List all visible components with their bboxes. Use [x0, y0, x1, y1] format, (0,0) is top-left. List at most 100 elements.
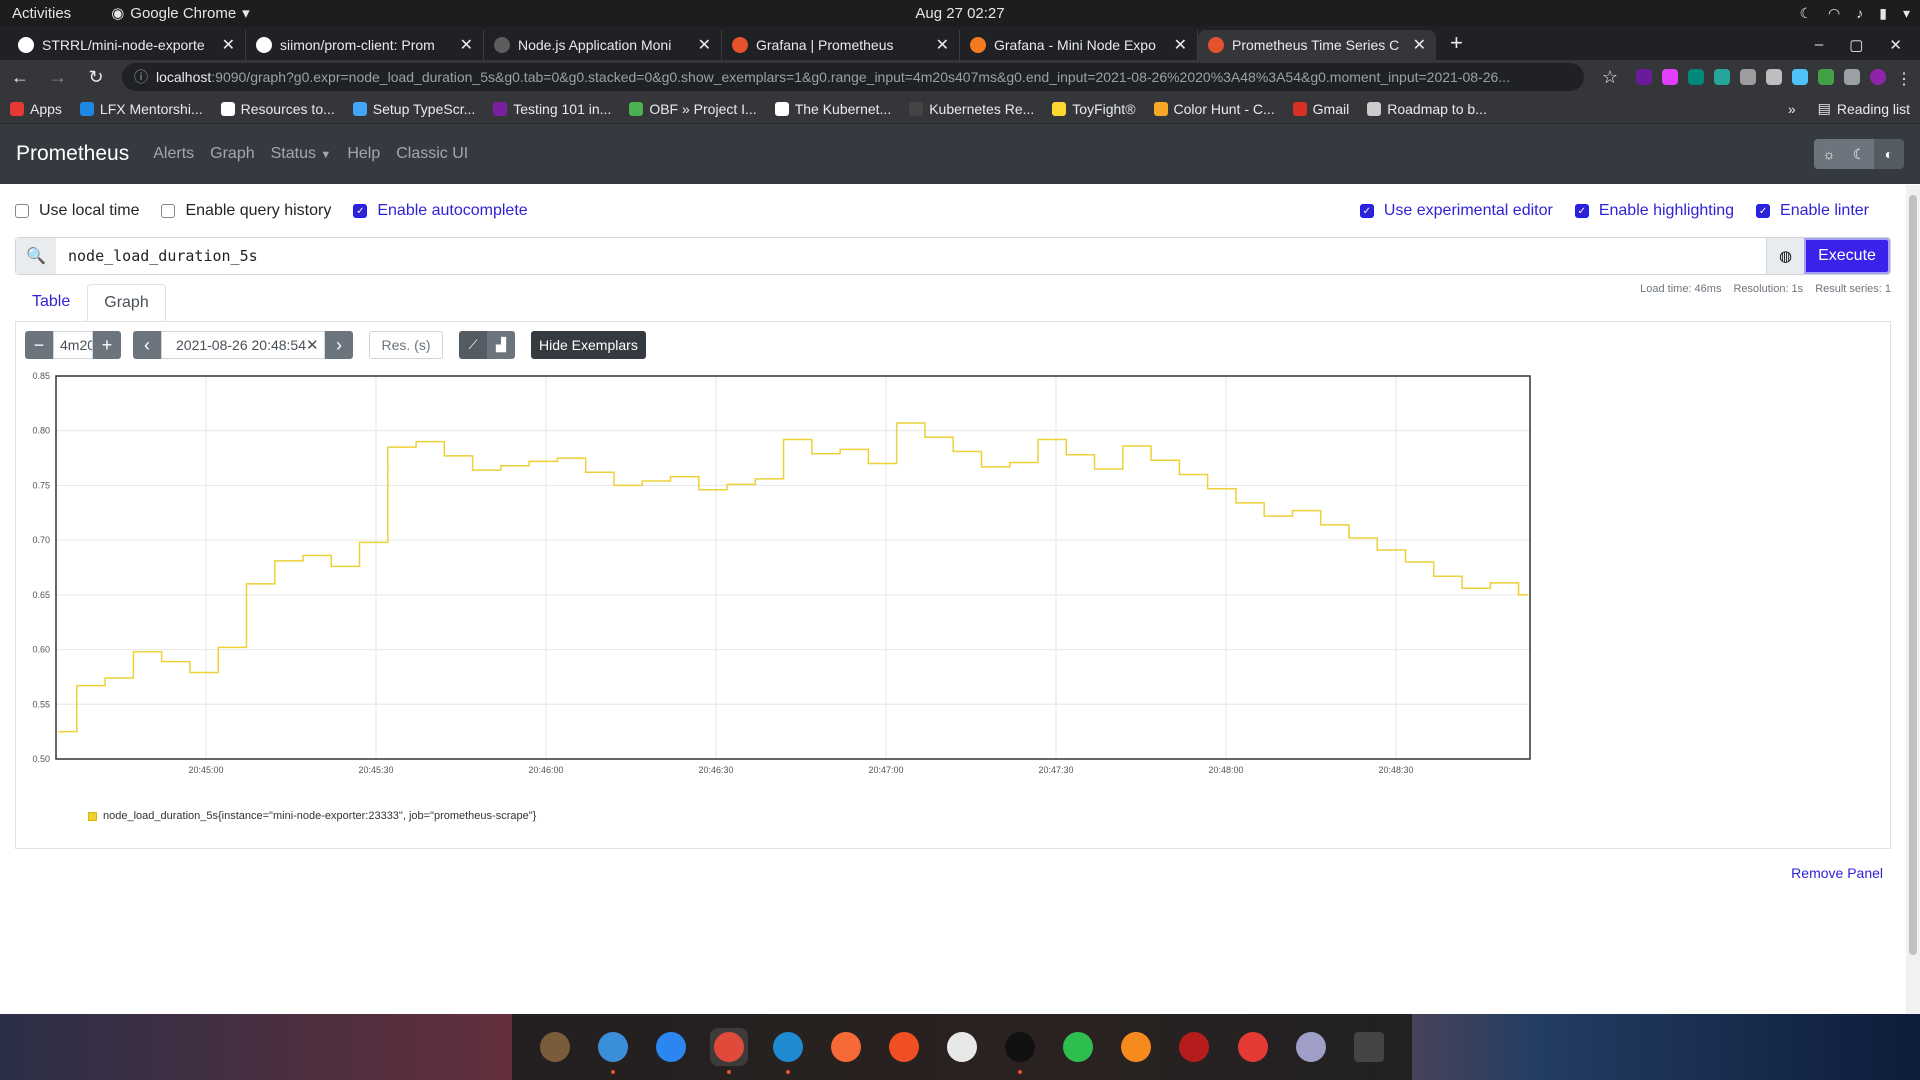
bookmark-star-icon[interactable]: ☆ [1598, 67, 1622, 88]
range-input[interactable]: 4m20 [53, 331, 93, 359]
extension-icon[interactable] [1818, 69, 1834, 85]
option-checkbox[interactable]: ✓ Enable autocomplete [353, 202, 528, 220]
metrics-explorer-icon[interactable]: ◍ [1766, 238, 1804, 274]
bookmark-item[interactable]: OBF » Project I... [629, 101, 757, 117]
menu-dots-icon[interactable]: ⋮ [1896, 69, 1912, 88]
checkbox[interactable] [161, 204, 176, 218]
option-checkbox[interactable]: Enable query history [161, 202, 331, 220]
extension-icon[interactable] [1662, 69, 1678, 85]
terminal-icon[interactable] [1001, 1028, 1039, 1074]
close-tab-icon[interactable]: ✕ [460, 35, 473, 55]
brand-link[interactable]: Prometheus [16, 142, 129, 166]
reading-list-button[interactable]: » ▤ Reading list [1788, 100, 1910, 117]
close-tab-icon[interactable]: ✕ [1174, 35, 1187, 55]
extension-icon[interactable] [1636, 69, 1652, 85]
option-checkbox[interactable]: Use local time [15, 202, 139, 220]
increase-range-button[interactable]: + [93, 331, 121, 359]
bookmark-item[interactable]: Color Hunt - C... [1153, 101, 1275, 117]
files-icon[interactable] [594, 1028, 632, 1074]
scrollbar-thumb[interactable] [1909, 195, 1917, 955]
gimp-icon[interactable] [536, 1028, 574, 1066]
nav-classic-ui[interactable]: Classic UI [396, 145, 468, 163]
bookmark-item[interactable]: The Kubernet... [774, 101, 891, 117]
nav-status[interactable]: Status ▼ [271, 145, 332, 163]
close-tab-icon[interactable]: ✕ [1413, 35, 1426, 55]
nav-graph[interactable]: Graph [210, 145, 254, 163]
screen-recorder-icon[interactable] [1292, 1028, 1330, 1066]
dark-theme-icon[interactable]: ☾ [1844, 139, 1874, 169]
site-info-icon[interactable]: ⓘ [134, 67, 148, 87]
clear-icon[interactable]: ✕ [306, 336, 319, 354]
bookmark-item[interactable]: Gmail [1292, 101, 1349, 117]
slack-icon[interactable] [943, 1028, 981, 1066]
option-checkbox[interactable]: ✓ Use experimental editor [1359, 202, 1553, 220]
browser-tab[interactable]: Node.js Application Moni ✕ [484, 30, 722, 60]
auto-theme-icon[interactable]: ◐ [1874, 139, 1904, 169]
decrease-range-button[interactable]: − [25, 331, 53, 359]
profile-avatar[interactable] [1870, 69, 1886, 85]
extension-icon[interactable] [1766, 69, 1782, 85]
extension-icon[interactable] [1714, 69, 1730, 85]
postman-icon[interactable] [827, 1028, 865, 1066]
chrome-icon[interactable] [710, 1028, 749, 1074]
browser-tab[interactable]: STRRL/mini-node-exporte ✕ [8, 30, 246, 60]
tab-graph[interactable]: Graph [87, 284, 166, 322]
clock[interactable]: Aug 27 02:27 [0, 5, 1920, 22]
nav-help[interactable]: Help [347, 145, 380, 163]
puzzle-icon[interactable] [1844, 69, 1860, 85]
chevron-right-icon[interactable]: » [1788, 101, 1796, 117]
forward-icon[interactable]: → [46, 67, 70, 88]
downloader-icon[interactable] [1234, 1028, 1272, 1066]
legend-item[interactable]: node_load_duration_5s{instance="mini-nod… [88, 810, 536, 822]
time-series-chart[interactable]: 0.50 0.55 0.60 0.65 0.70 0.75 0.80 0.85 20:45:00… [16, 366, 1890, 806]
browser-tab[interactable]: siimon/prom-client: Prom ✕ [246, 30, 484, 60]
bookmark-item[interactable]: Apps [10, 101, 62, 117]
video-editor-icon[interactable] [1175, 1028, 1213, 1066]
bookmark-item[interactable]: Setup TypeScr... [352, 101, 475, 117]
close-window-icon[interactable]: ✕ [1889, 36, 1902, 54]
close-tab-icon[interactable]: ✕ [698, 35, 711, 55]
bookmark-item[interactable]: Kubernetes Re... [909, 101, 1034, 117]
page-scrollbar[interactable] [1906, 185, 1920, 1015]
next-time-button[interactable]: › [325, 331, 353, 359]
line-chart-icon[interactable]: ⟋ [459, 331, 487, 359]
bookmark-item[interactable]: Resources to... [220, 101, 335, 117]
bookmark-item[interactable]: LFX Mentorshi... [79, 101, 203, 117]
browser-tab[interactable]: Grafana | Prometheus ✕ [722, 30, 960, 60]
reload-icon[interactable]: ↻ [84, 67, 108, 88]
expression-field[interactable]: node_load_duration_5s [56, 238, 1766, 274]
hide-exemplars-button[interactable]: Hide Exemplars [531, 331, 646, 359]
resolution-input[interactable]: Res. (s) [369, 331, 443, 359]
previous-time-button[interactable]: ‹ [133, 331, 161, 359]
back-icon[interactable]: ← [8, 67, 32, 88]
end-time-input[interactable]: 2021-08-26 20:48:54 ✕ [161, 331, 325, 359]
app-grid-icon[interactable] [1350, 1028, 1388, 1066]
option-checkbox[interactable]: ✓ Enable linter [1756, 202, 1869, 220]
activities-button[interactable]: Activities [12, 5, 71, 22]
extension-icon[interactable] [1688, 69, 1704, 85]
minimize-icon[interactable]: – [1815, 36, 1823, 54]
checkbox[interactable]: ✓ [1574, 204, 1589, 218]
app-store-icon[interactable] [652, 1028, 690, 1066]
brave-icon[interactable] [885, 1028, 923, 1066]
close-tab-icon[interactable]: ✕ [936, 35, 949, 55]
extension-icon[interactable] [1792, 69, 1808, 85]
close-tab-icon[interactable]: ✕ [222, 35, 235, 55]
tab-table[interactable]: Table [15, 283, 87, 321]
bookmark-item[interactable]: Roadmap to b... [1367, 101, 1487, 117]
stacked-chart-icon[interactable]: ▟ [487, 331, 515, 359]
checkbox[interactable] [15, 204, 29, 218]
vlc-icon[interactable] [1117, 1028, 1155, 1066]
execute-button[interactable]: Execute [1804, 238, 1890, 274]
checkbox[interactable]: ✓ [353, 204, 368, 218]
remove-panel-link[interactable]: Remove Panel [15, 849, 1891, 881]
bookmark-item[interactable]: Testing 101 in... [493, 101, 611, 117]
vscode-icon[interactable] [769, 1028, 807, 1074]
extension-icon[interactable] [1740, 69, 1756, 85]
nav-alerts[interactable]: Alerts [153, 145, 194, 163]
light-theme-icon[interactable]: ☼ [1814, 139, 1844, 169]
checkbox[interactable]: ✓ [1359, 204, 1374, 218]
bookmark-item[interactable]: ToyFight® [1052, 101, 1136, 117]
system-tray[interactable]: ☾ ◠ ♪ ▮ ▾ [1799, 5, 1910, 22]
option-checkbox[interactable]: ✓ Enable highlighting [1574, 202, 1734, 220]
